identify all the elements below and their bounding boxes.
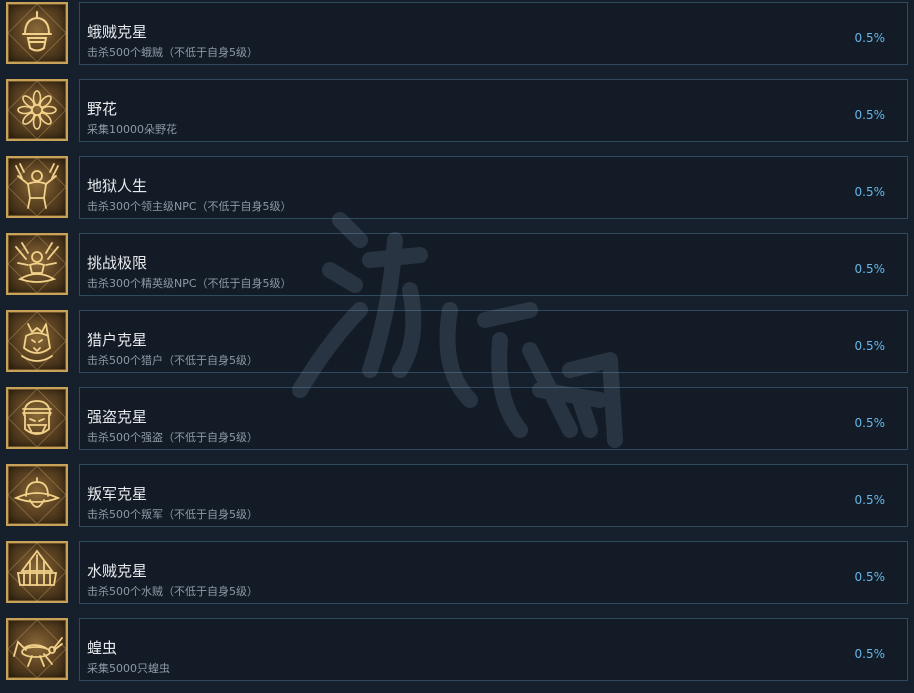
- achievement-card: 地狱人生 击杀300个领主级NPC（不低于自身5级） 0.5%: [79, 156, 908, 219]
- achievement-row: 叛军克星 击杀500个叛军（不低于自身5级） 0.5%: [0, 462, 914, 529]
- achievement-card: 水贼克星 击杀500个水贼（不低于自身5级） 0.5%: [79, 541, 908, 604]
- achievement-title: 野花: [87, 100, 118, 118]
- achievement-title: 挑战极限: [87, 254, 148, 272]
- meditating-fighter-icon: [15, 242, 59, 283]
- achievement-description: 击杀500个强盗（不低于自身5级）: [87, 431, 258, 444]
- achievement-card: 叛军克星 击杀500个叛军（不低于自身5级） 0.5%: [79, 464, 908, 527]
- warrior-icon: [15, 163, 59, 209]
- achievement-title: 叛军克星: [87, 485, 148, 503]
- locust-icon: [13, 637, 63, 667]
- achievement-icon-frame: [6, 2, 68, 64]
- achievement-card: 强盗克星 击杀500个强盗（不低于自身5级） 0.5%: [79, 387, 908, 450]
- achievement-row: 强盗克星 击杀500个强盗（不低于自身5级） 0.5%: [0, 385, 914, 452]
- achievement-icon-frame: [6, 156, 68, 218]
- achievement-description: 击杀500个叛军（不低于自身5级）: [87, 508, 258, 521]
- achievement-percent: 0.5%: [854, 416, 886, 430]
- achievement-percent: 0.5%: [854, 493, 886, 507]
- achievement-percent: 0.5%: [854, 185, 886, 199]
- achievement-description: 击杀500个蛾贼（不低于自身5级）: [87, 46, 258, 59]
- achievement-percent: 0.5%: [854, 262, 886, 276]
- achievement-title: 猎户克星: [87, 331, 148, 349]
- achievement-icon-frame: [6, 310, 68, 372]
- masked-bandit-icon: [22, 400, 52, 435]
- flower-icon: [17, 90, 57, 130]
- achievement-row: 水贼克星 击杀500个水贼（不低于自身5级） 0.5%: [0, 539, 914, 606]
- achievement-row: 蝗虫 采集5000只蝗虫 0.5%: [0, 616, 914, 683]
- achievement-card: 猎户克星 击杀500个猎户（不低于自身5级） 0.5%: [79, 310, 908, 373]
- achievement-card: 挑战极限 击杀300个精英级NPC（不低于自身5级） 0.5%: [79, 233, 908, 296]
- achievement-icon-frame: [6, 464, 68, 526]
- achievement-description: 击杀500个水贼（不低于自身5级）: [87, 585, 258, 598]
- achievement-title: 强盗克星: [87, 408, 148, 426]
- achievement-title: 地狱人生: [87, 177, 148, 195]
- achievement-icon-frame: [6, 618, 68, 680]
- achievement-row: 猎户克星 击杀500个猎户（不低于自身5级） 0.5%: [0, 308, 914, 375]
- achievement-icon-frame: [6, 387, 68, 449]
- achievement-description: 采集10000朵野花: [87, 123, 177, 136]
- achievement-row: 野花 采集10000朵野花 0.5%: [0, 77, 914, 144]
- wolf-hood-icon: [21, 323, 53, 362]
- achievement-row: 蛾贼克星 击杀500个蛾贼（不低于自身5级） 0.5%: [0, 0, 914, 67]
- achievement-title: 蝗虫: [87, 639, 118, 657]
- achievement-icon-frame: [6, 79, 68, 141]
- achievement-card: 蛾贼克星 击杀500个蛾贼（不低于自身5级） 0.5%: [79, 2, 908, 65]
- achievement-list: 蛾贼克星 击杀500个蛾贼（不低于自身5级） 0.5% 野花 采集10000朵野…: [0, 0, 914, 693]
- bandit-helmet-icon: [22, 11, 52, 52]
- achievement-card: 蝗虫 采集5000只蝗虫 0.5%: [79, 618, 908, 681]
- achievement-row: 地狱人生 击杀300个领主级NPC（不低于自身5级） 0.5%: [0, 154, 914, 221]
- achievement-description: 击杀300个精英级NPC（不低于自身5级）: [87, 277, 292, 290]
- achievement-description: 采集5000只蝗虫: [87, 662, 170, 675]
- achievement-title: 水贼克星: [87, 562, 148, 580]
- achievement-percent: 0.5%: [854, 339, 886, 353]
- achievement-icon-frame: [6, 233, 68, 295]
- achievement-description: 击杀500个猎户（不低于自身5级）: [87, 354, 258, 367]
- achievement-percent: 0.5%: [854, 108, 886, 122]
- rebel-hat-icon: [13, 477, 61, 508]
- achievement-percent: 0.5%: [854, 31, 886, 45]
- straw-hat-icon: [16, 549, 58, 586]
- achievement-row: 挑战极限 击杀300个精英级NPC（不低于自身5级） 0.5%: [0, 231, 914, 298]
- achievement-description: 击杀300个领主级NPC（不低于自身5级）: [87, 200, 292, 213]
- achievement-percent: 0.5%: [854, 647, 886, 661]
- achievement-percent: 0.5%: [854, 570, 886, 584]
- achievement-icon-frame: [6, 541, 68, 603]
- achievement-title: 蛾贼克星: [87, 23, 148, 41]
- achievement-card: 野花 采集10000朵野花 0.5%: [79, 79, 908, 142]
